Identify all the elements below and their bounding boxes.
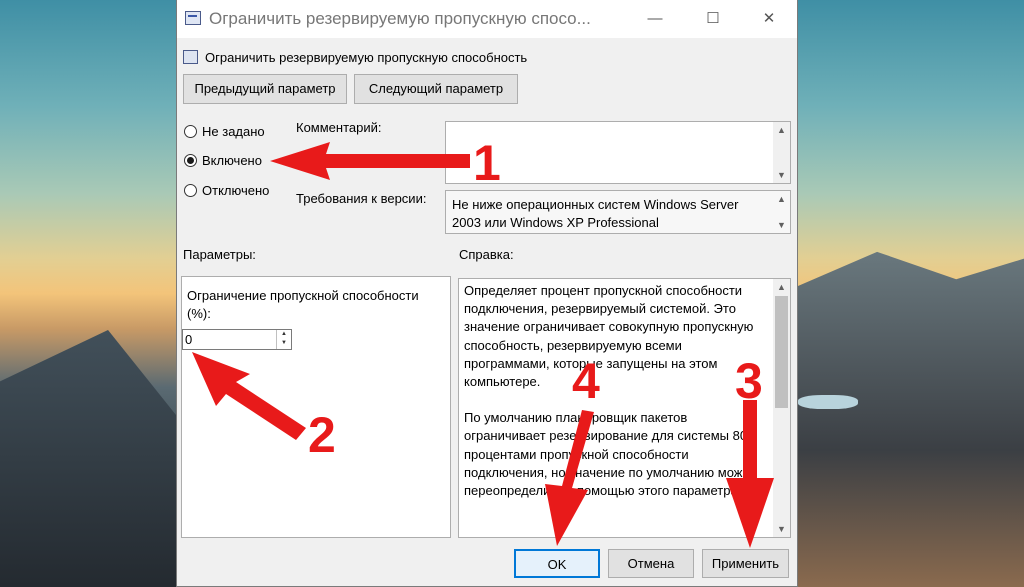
help-scrollbar[interactable]: ▲ ▼: [773, 279, 790, 537]
scroll-down-icon[interactable]: ▼: [773, 521, 790, 537]
radio-circle[interactable]: [184, 183, 197, 197]
apply-button[interactable]: Применить: [702, 549, 789, 578]
parameters-label: Параметры:: [183, 247, 256, 262]
bandwidth-value[interactable]: 0: [185, 332, 192, 347]
spin-down-icon[interactable]: ▼: [277, 339, 291, 348]
help-paragraph: Определяет процент пропускной способност…: [464, 283, 754, 390]
scroll-down-icon[interactable]: ▼: [773, 167, 790, 183]
scroll-up-icon[interactable]: ▲: [773, 279, 790, 295]
radio-circle[interactable]: [184, 124, 197, 138]
next-setting-button[interactable]: Следующий параметр: [354, 74, 518, 104]
requirements-box: Не ниже операционных систем Windows Serv…: [445, 190, 791, 234]
policy-dialog: Ограничить резервируемую пропускную спос…: [176, 0, 798, 587]
scroll-up-icon[interactable]: ▲: [773, 191, 790, 207]
radio-enabled[interactable]: Включено: [184, 151, 262, 169]
help-text: Определяет процент пропускной способност…: [464, 282, 764, 518]
bandwidth-field-label: (%):: [187, 306, 211, 321]
requirements-label: Требования к версии:: [296, 191, 427, 206]
maximize-button[interactable]: ☐: [699, 6, 727, 32]
policy-icon: [185, 11, 201, 25]
policy-name: Ограничить резервируемую пропускную спос…: [205, 50, 528, 65]
scroll-thumb[interactable]: [775, 296, 788, 408]
mountain-left: [0, 330, 180, 587]
radio-label: Не задано: [202, 123, 265, 139]
bandwidth-field-label: Ограничение пропускной способности: [187, 288, 419, 303]
cancel-button[interactable]: Отмена: [608, 549, 694, 578]
comment-textarea[interactable]: ▲ ▼: [445, 121, 791, 184]
radio-label: Отключено: [202, 182, 270, 198]
lake: [798, 395, 858, 409]
window-title: Ограничить резервируемую пропускную спос…: [209, 9, 591, 28]
help-label: Справка:: [459, 247, 514, 262]
close-button[interactable]: ✕: [755, 6, 783, 32]
requirements-scrollbar[interactable]: ▲ ▼: [773, 191, 790, 233]
radio-circle-checked[interactable]: [184, 153, 197, 167]
policy-icon: [183, 50, 198, 64]
comment-label: Комментарий:: [296, 120, 382, 135]
previous-setting-button[interactable]: Предыдущий параметр: [183, 74, 347, 104]
title-bar[interactable]: Ограничить резервируемую пропускную спос…: [177, 0, 797, 38]
mountain-right: [798, 251, 1024, 587]
radio-not-configured[interactable]: Не задано: [184, 122, 265, 140]
requirements-line: Не ниже операционных систем Windows Serv…: [452, 197, 739, 212]
spin-arrows[interactable]: ▲ ▼: [276, 330, 291, 349]
bandwidth-spinbox[interactable]: 0 ▲ ▼: [182, 329, 292, 350]
requirements-line: 2003 или Windows XP Professional: [452, 215, 659, 230]
scroll-up-icon[interactable]: ▲: [773, 122, 790, 138]
help-panel: Определяет процент пропускной способност…: [458, 278, 791, 538]
help-paragraph: По умолчанию планировщик пакетов огранич…: [464, 410, 757, 499]
ok-button[interactable]: OK: [514, 549, 600, 578]
minimize-button[interactable]: —: [641, 6, 669, 32]
parameters-panel: Ограничение пропускной способности (%):: [181, 276, 451, 538]
comment-scrollbar[interactable]: ▲ ▼: [773, 122, 790, 183]
radio-label: Включено: [202, 152, 262, 168]
radio-disabled[interactable]: Отключено: [184, 181, 269, 199]
scroll-down-icon[interactable]: ▼: [773, 217, 790, 233]
spin-up-icon[interactable]: ▲: [277, 330, 291, 339]
